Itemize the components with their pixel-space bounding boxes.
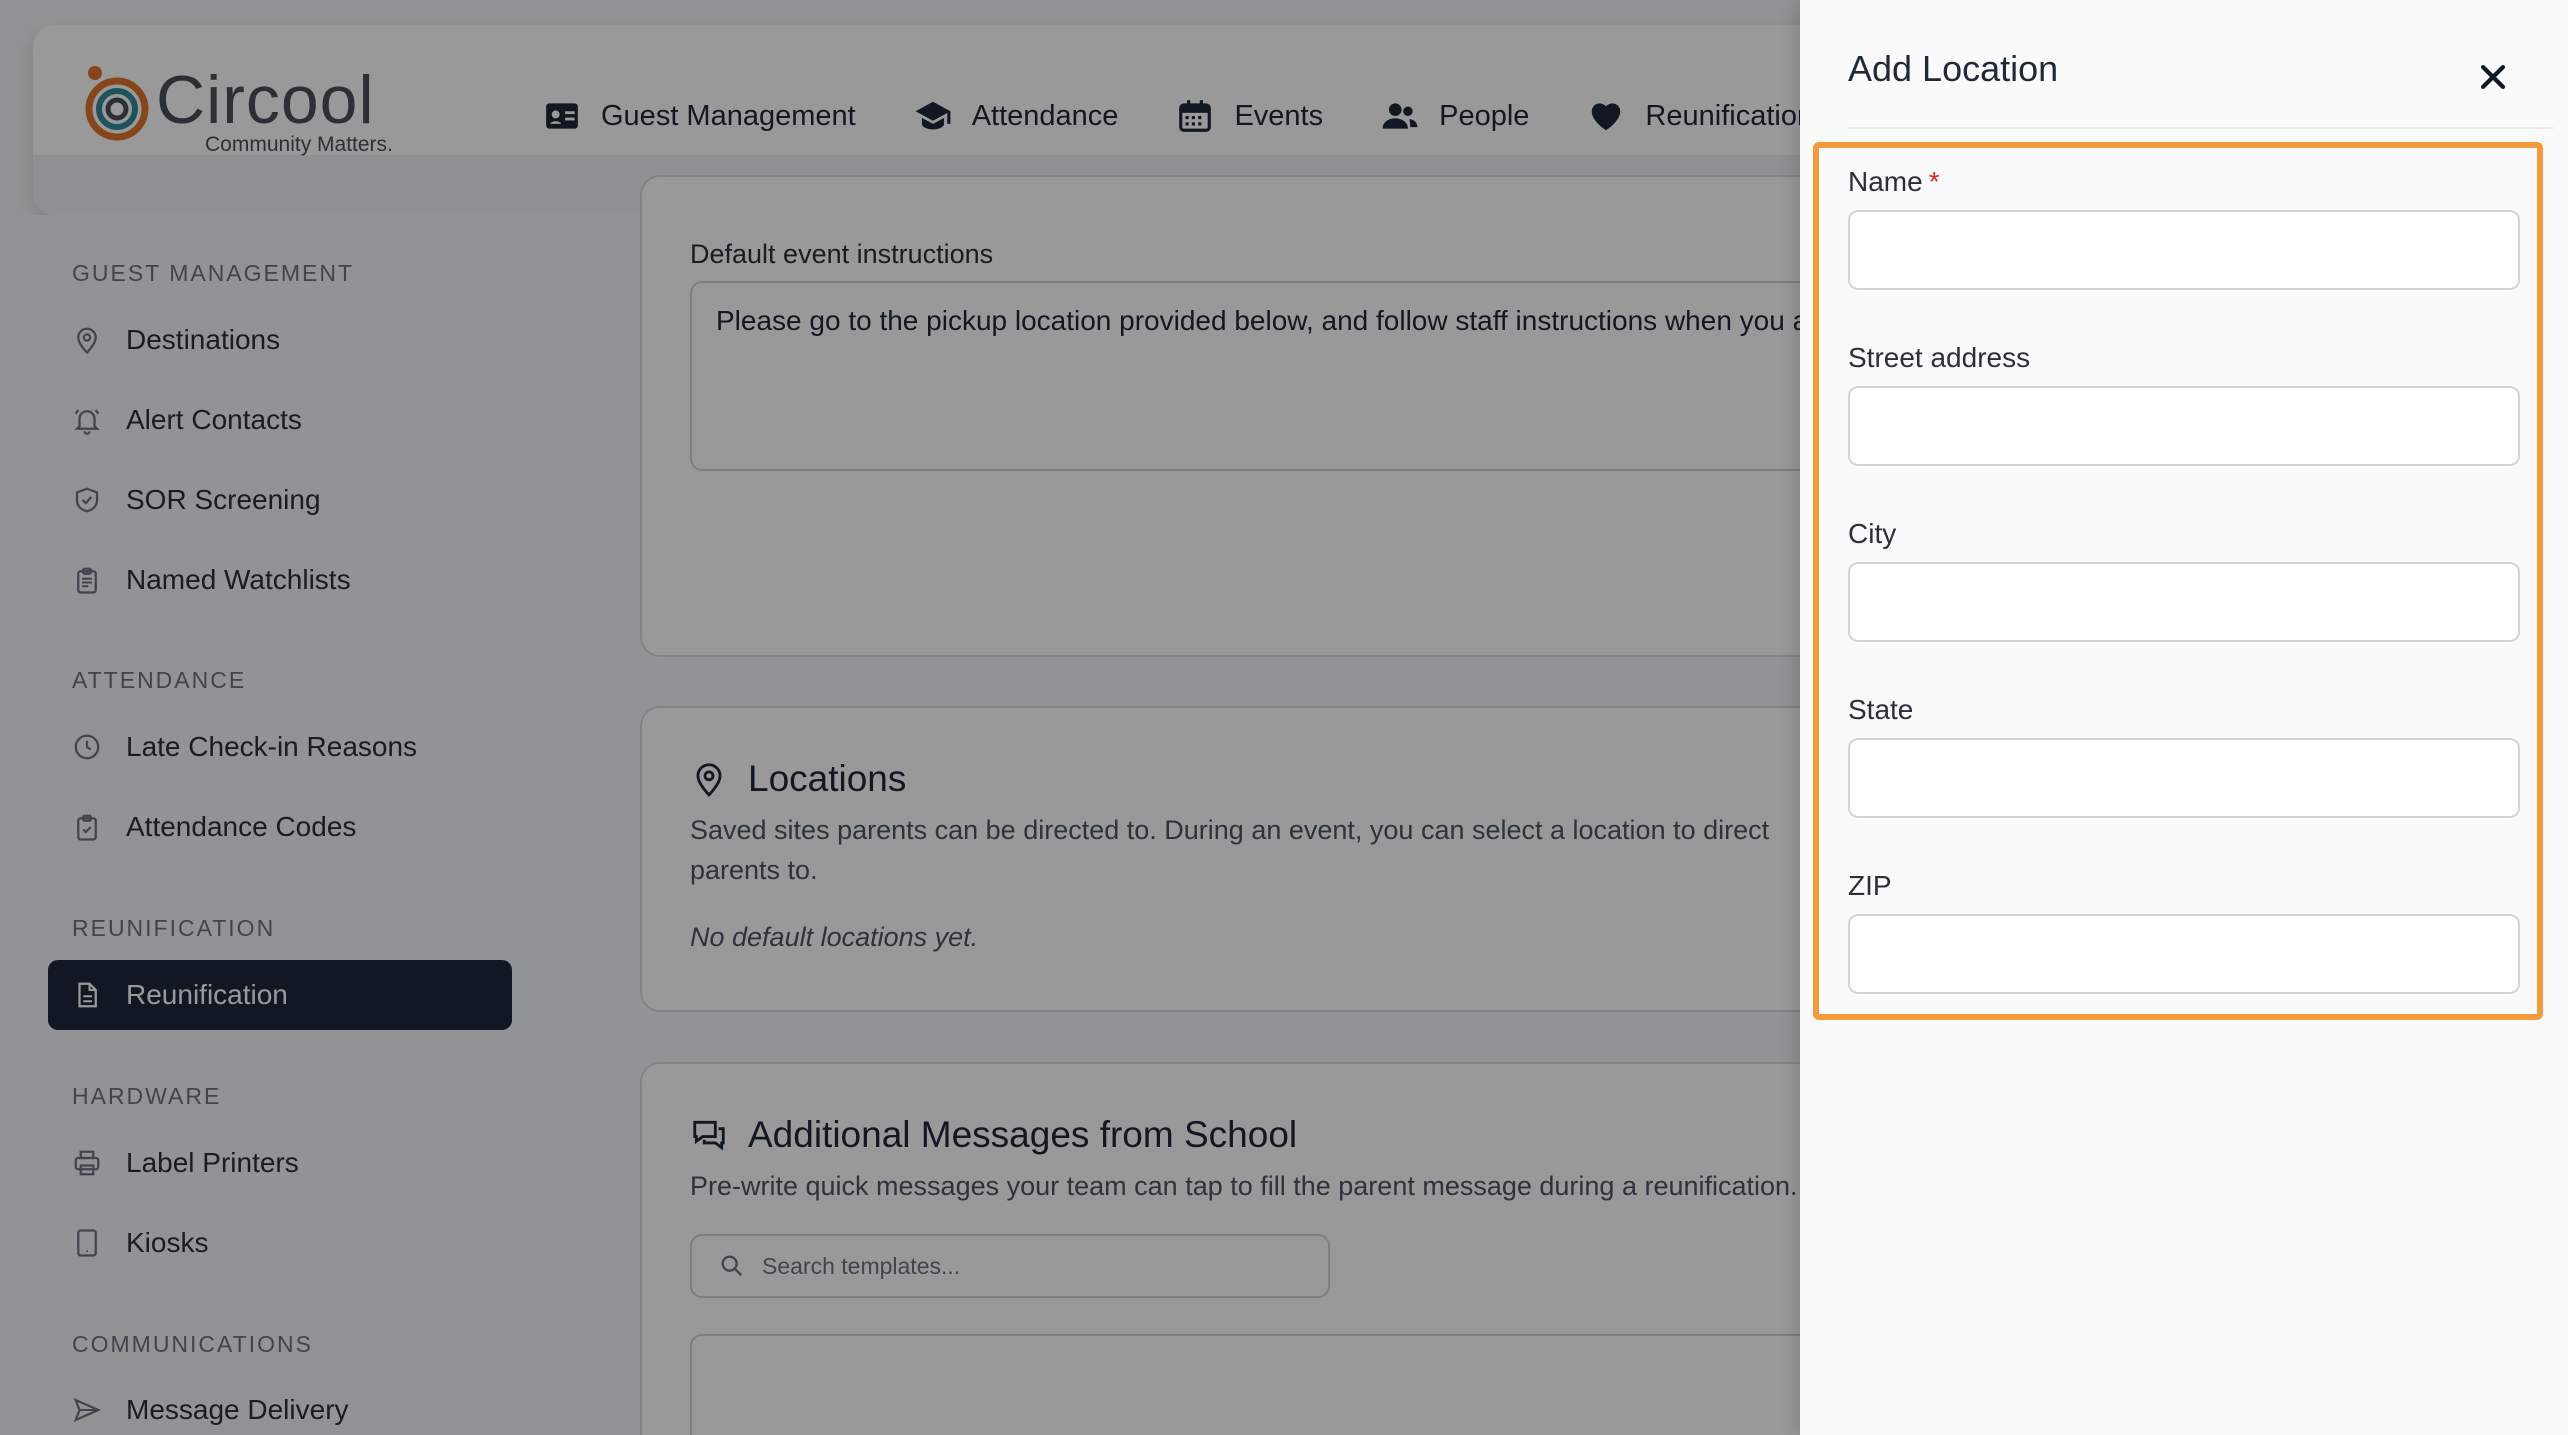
zip-field[interactable] xyxy=(1848,914,2520,994)
state-field[interactable] xyxy=(1848,738,2520,818)
state-label: State xyxy=(1848,694,1914,725)
required-mark: * xyxy=(1928,166,1940,197)
city-label: City xyxy=(1848,518,1897,549)
drawer-title: Add Location xyxy=(1848,48,2059,89)
name-field[interactable] xyxy=(1848,210,2520,290)
name-label: Name * xyxy=(1848,166,1940,198)
app-root: Circool Community Matters. Guest Managem… xyxy=(0,0,2568,1435)
street-address-field[interactable] xyxy=(1848,386,2520,466)
zip-label: ZIP xyxy=(1848,870,1892,901)
street-address-label: Street address xyxy=(1848,342,2031,373)
name-label-text: Name xyxy=(1848,166,1923,197)
city-field[interactable] xyxy=(1848,562,2520,642)
close-button[interactable] xyxy=(2468,52,2518,102)
add-location-drawer: Add Location Name * Street address City S… xyxy=(1800,0,2568,1435)
modal-backdrop[interactable] xyxy=(0,0,1800,1435)
drawer-divider xyxy=(1848,127,2553,129)
close-icon xyxy=(2480,64,2506,90)
